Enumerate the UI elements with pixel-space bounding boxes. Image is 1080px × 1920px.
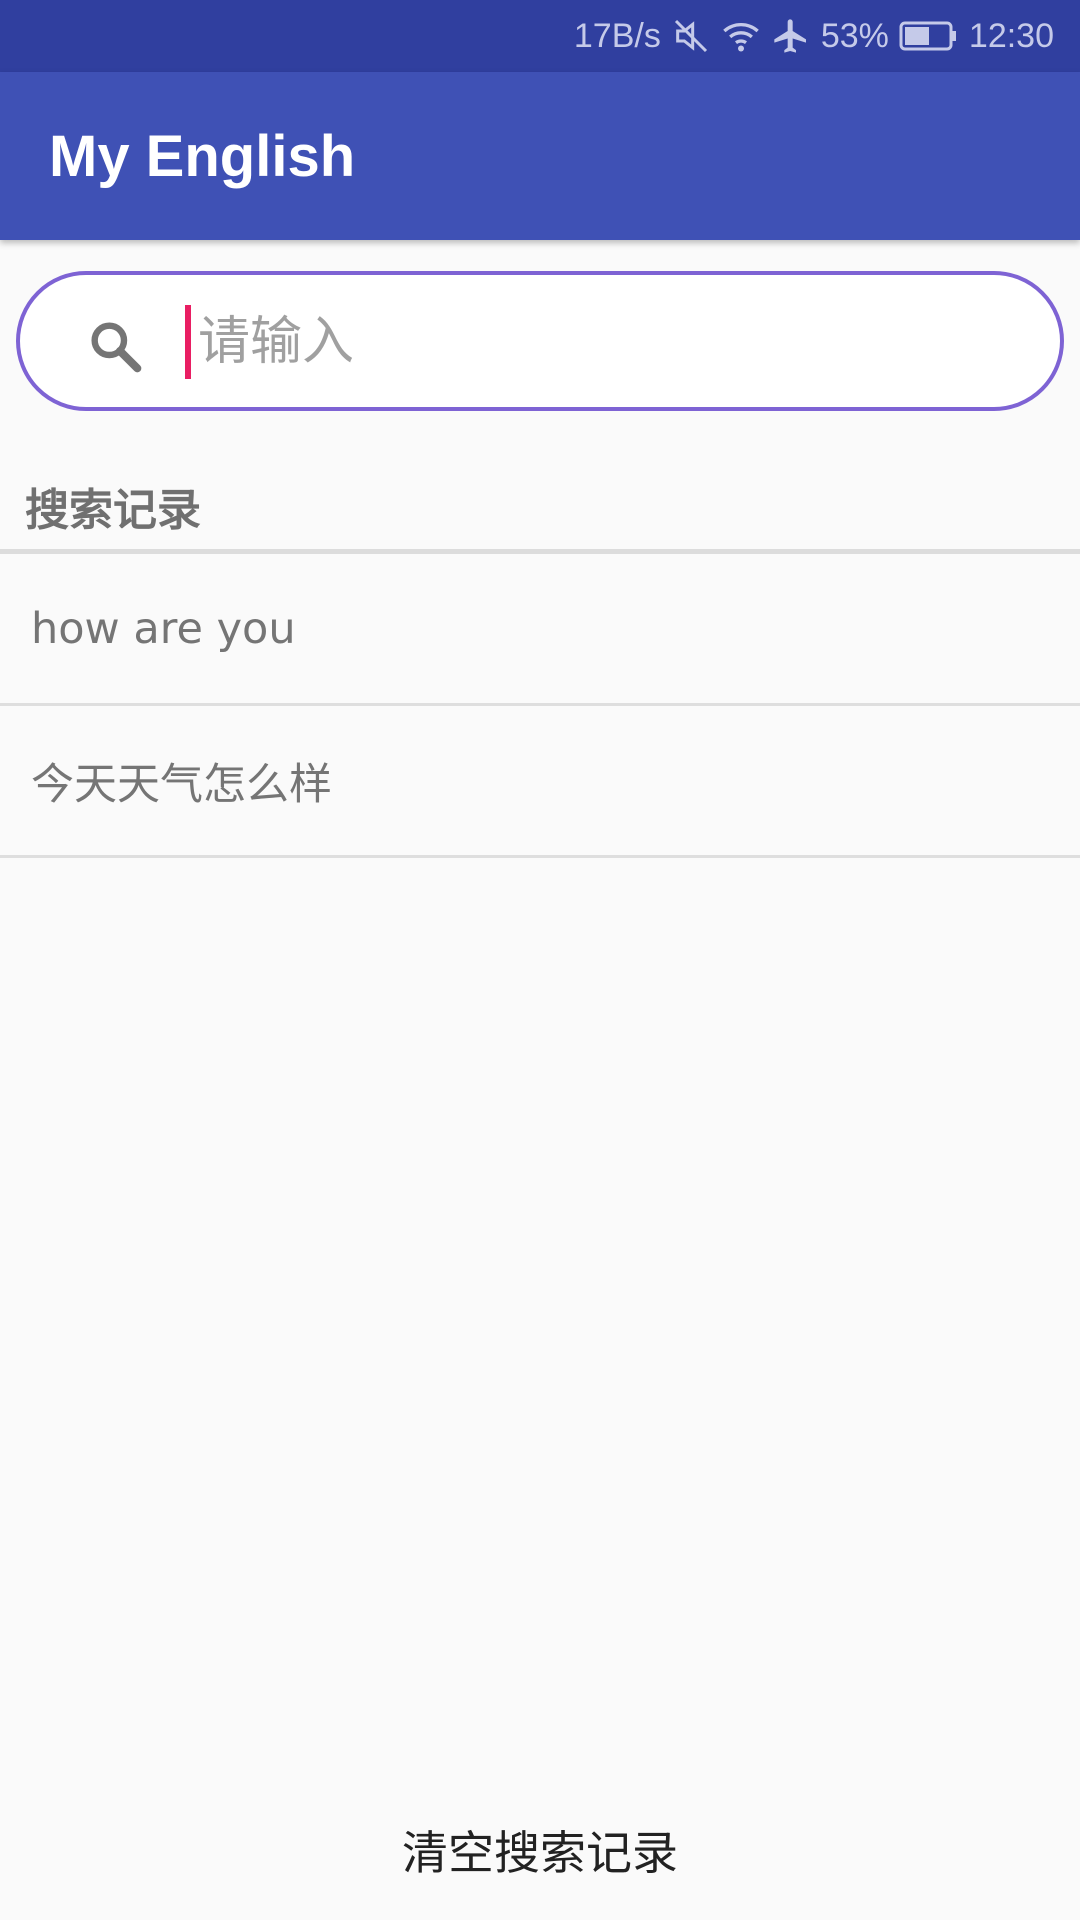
app-title: My English [49,123,356,189]
battery-percent: 53% [820,16,889,55]
text-cursor [185,305,191,379]
history-item[interactable]: how are you [0,554,1080,706]
clear-history-button[interactable]: 清空搜索记录 [0,1800,1080,1900]
mute-icon [671,16,711,56]
search-input[interactable] [198,297,1018,387]
search-icon [84,315,148,379]
clock: 12:30 [968,16,1054,55]
battery-icon [899,19,959,53]
search-box[interactable] [16,271,1064,411]
history-section-title: 搜索记录 [25,485,201,536]
history-list: how are you 今天天气怎么样 [0,554,1080,858]
status-bar: 17B/s 53% 12:30 [0,0,1080,72]
app-bar: My English [0,72,1080,240]
net-speed: 17B/s [573,16,661,55]
history-item[interactable]: 今天天气怎么样 [0,706,1080,858]
airplane-icon [771,16,811,56]
wifi-icon [721,16,761,56]
